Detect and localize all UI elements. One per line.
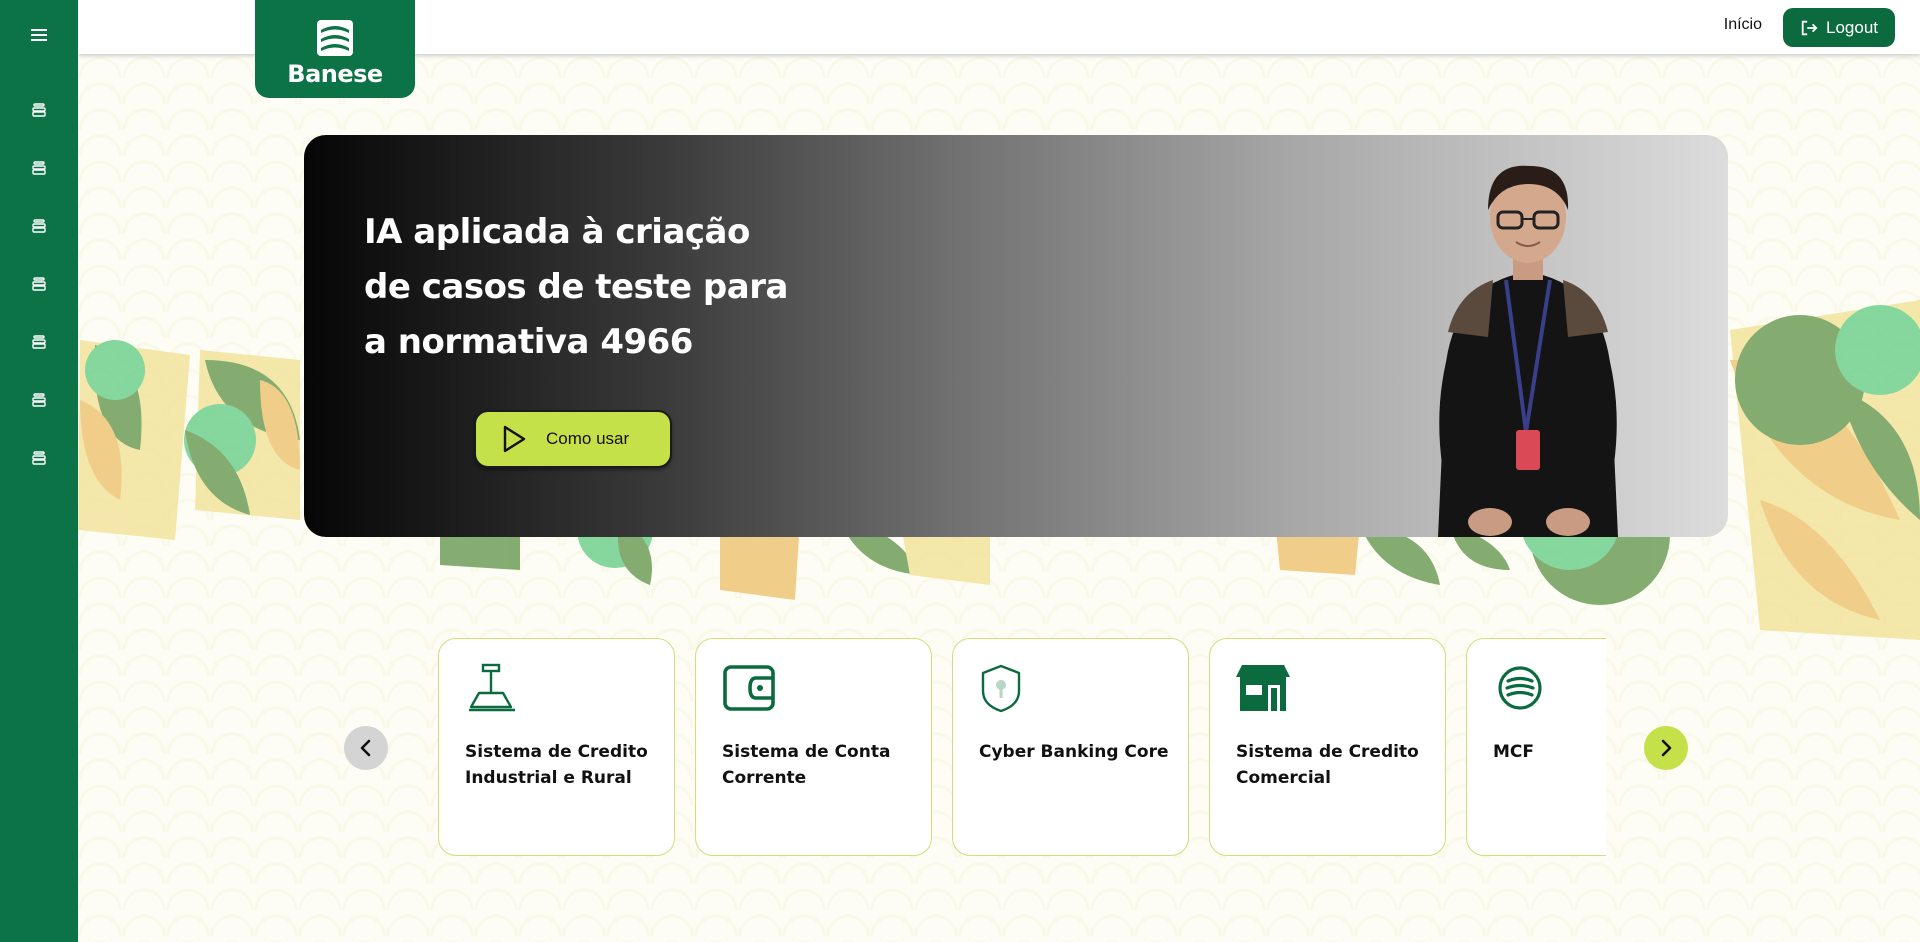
nav-home-link[interactable]: Início <box>1724 16 1762 34</box>
hero-title: IA aplicada à criação de casos de teste … <box>364 205 824 370</box>
banese-logo-icon <box>1498 666 1542 710</box>
system-card[interactable]: Cyber Banking Core <box>952 638 1189 856</box>
hero-title-line: IA aplicada à criação <box>364 212 750 252</box>
logo-text: Banese <box>287 60 383 88</box>
system-card[interactable]: Sistema de Credito Comercial <box>1209 638 1446 856</box>
hero-title-line: a normativa 4966 <box>364 322 693 362</box>
system-card[interactable]: Sistema de Conta Corrente <box>695 638 932 856</box>
chevron-left-icon <box>360 739 371 757</box>
stack-icon <box>32 393 46 407</box>
chevron-right-icon <box>1661 739 1672 757</box>
stack-icon <box>32 451 46 465</box>
banese-logo-icon <box>317 20 353 56</box>
hero-banner: IA aplicada à criação de casos de teste … <box>304 135 1728 537</box>
shield-key-icon <box>981 664 1021 713</box>
sidebar-item-7[interactable] <box>24 443 54 473</box>
system-card[interactable]: Sistema de Credito Industrial e Rural <box>438 638 675 856</box>
sidebar-item-4[interactable] <box>24 269 54 299</box>
system-card-label: Sistema de Credito Comercial <box>1236 742 1419 788</box>
stack-icon <box>32 219 46 233</box>
sidebar-item-2[interactable] <box>24 153 54 183</box>
play-icon <box>503 425 526 453</box>
systems-carousel: Sistema de Credito Industrial e Rural Si… <box>436 636 1606 858</box>
system-card-label: Sistema de Conta Corrente <box>722 742 891 788</box>
system-card-label: Sistema de Credito Industrial e Rural <box>465 742 648 788</box>
stack-icon <box>32 277 46 291</box>
wallet-icon <box>723 665 775 711</box>
system-card-label: Cyber Banking Core <box>979 742 1169 762</box>
stack-icon <box>32 335 46 349</box>
sidebar <box>0 0 78 942</box>
store-icon <box>1236 665 1290 711</box>
stack-icon <box>32 161 46 175</box>
how-to-use-button[interactable]: Como usar <box>474 410 672 468</box>
stack-icon <box>32 103 46 117</box>
sidebar-item-3[interactable] <box>24 211 54 241</box>
sidebar-item-6[interactable] <box>24 385 54 415</box>
banese-logo[interactable]: Banese <box>255 0 415 98</box>
how-to-use-label: Como usar <box>546 429 630 448</box>
scale-icon <box>469 663 515 712</box>
logout-label: Logout <box>1826 17 1878 37</box>
logout-button[interactable]: Logout <box>1783 8 1895 47</box>
hamburger-menu-icon[interactable] <box>24 22 54 48</box>
carousel-prev-button[interactable] <box>344 726 388 770</box>
logout-icon <box>1801 20 1818 35</box>
presenter-photo <box>1438 165 1618 537</box>
sidebar-item-5[interactable] <box>24 327 54 357</box>
carousel-next-button[interactable] <box>1644 726 1688 770</box>
sidebar-item-1[interactable] <box>24 95 54 125</box>
hero-title-line: de casos de teste para <box>364 267 788 307</box>
system-card-label: MCF <box>1493 742 1535 762</box>
system-card[interactable]: MCF <box>1466 638 1606 856</box>
